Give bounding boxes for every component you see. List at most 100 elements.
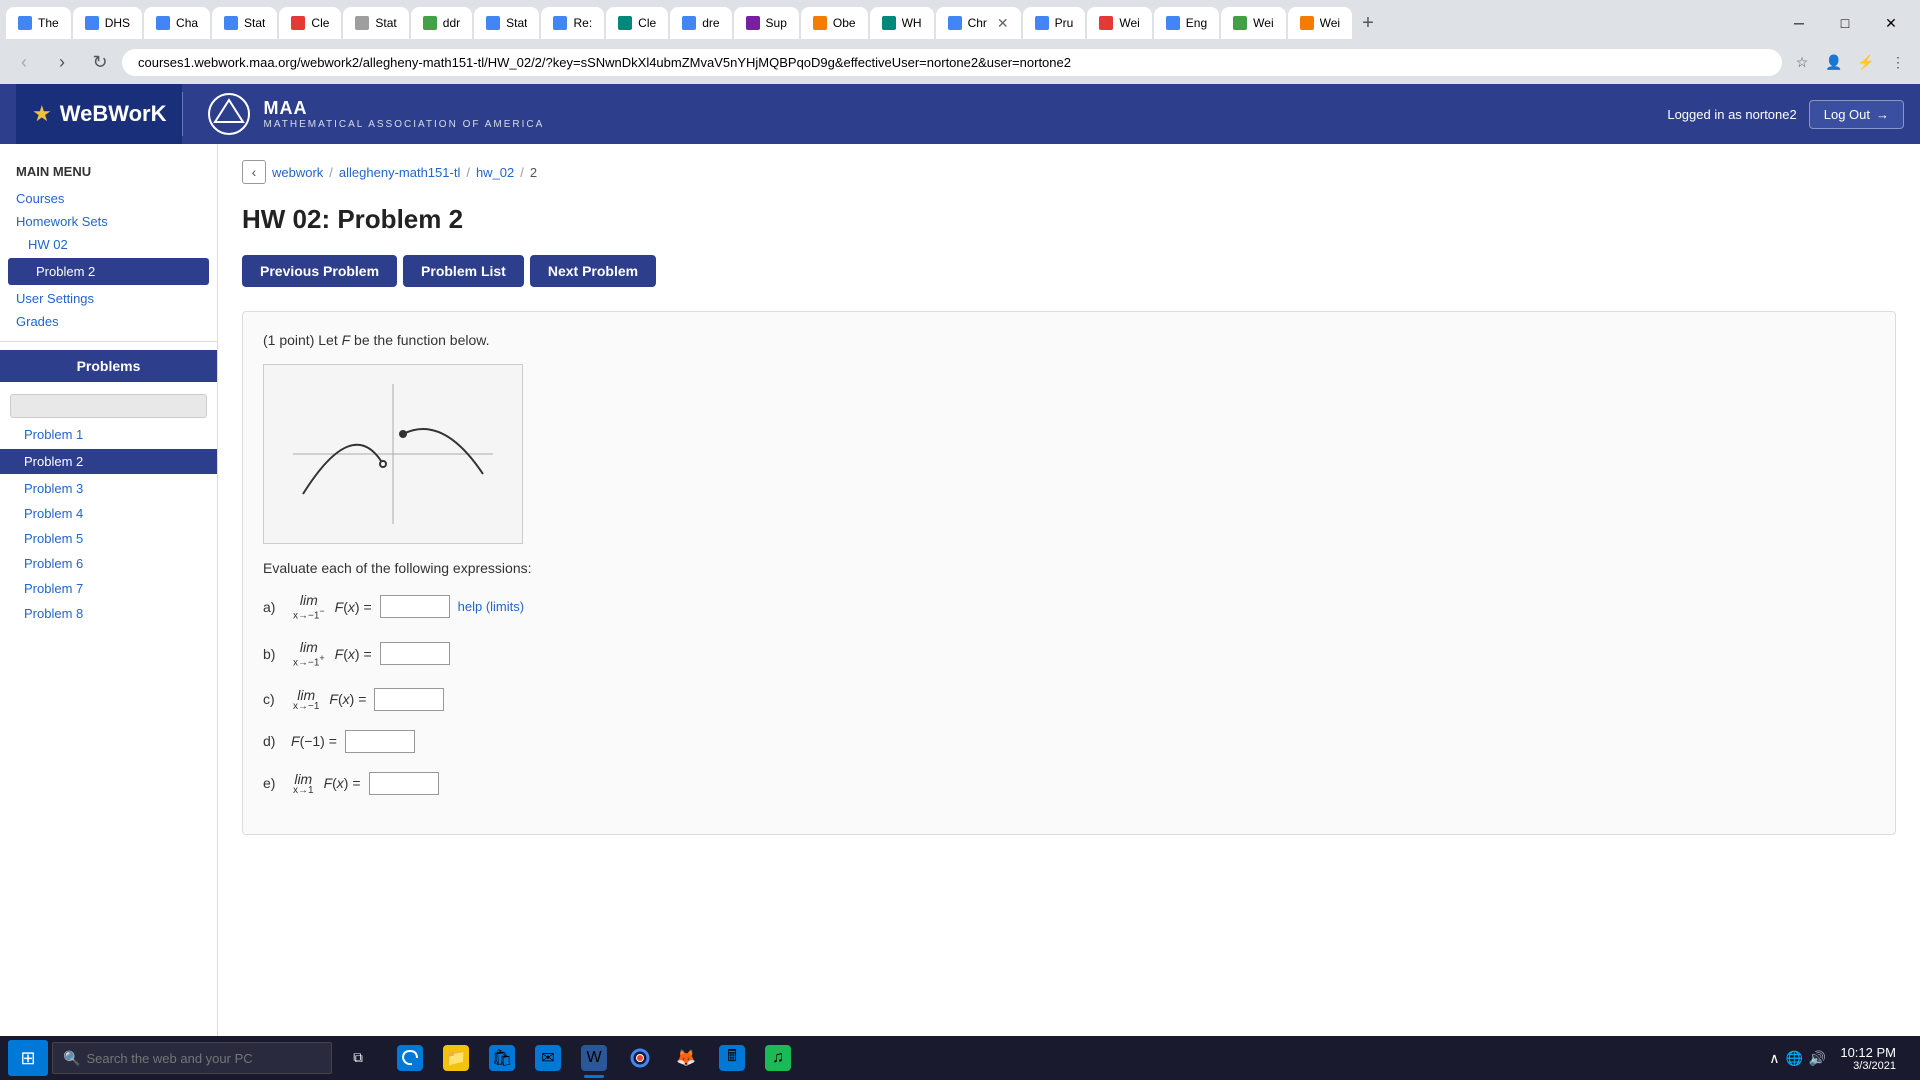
tab-favicon-8 — [486, 16, 500, 30]
tab-13[interactable]: Obe — [801, 7, 868, 39]
network-icon[interactable]: 🌐 — [1783, 1048, 1804, 1069]
part-e-expr: F(x) = — [324, 775, 361, 791]
profile-icon[interactable]: 👤 — [1820, 48, 1848, 76]
lim-sub-a: x→−1− — [293, 607, 325, 621]
task-view-button[interactable]: ⧉ — [336, 1036, 380, 1080]
tab-20[interactable]: Wei — [1288, 7, 1352, 39]
problem-title: HW 02: Problem 2 — [242, 204, 1896, 235]
breadcrumb-hw[interactable]: hw_02 — [476, 165, 514, 180]
breadcrumb-webwork[interactable]: webwork — [272, 165, 323, 180]
taskbar-mail-app[interactable]: ✉ — [526, 1036, 570, 1080]
part-e-label: e) — [263, 775, 283, 791]
chrome-icon — [627, 1045, 653, 1071]
problem-list-button[interactable]: Problem List — [403, 255, 524, 287]
part-c-lim: lim x→−1 — [291, 687, 321, 712]
problem-link-7[interactable]: Problem 7 — [0, 576, 217, 601]
taskbar-search-bar[interactable]: 🔍 — [52, 1042, 332, 1074]
tab-4[interactable]: Stat — [212, 7, 277, 39]
close-window-button[interactable]: ✕ — [1868, 7, 1914, 39]
function-graph-svg — [273, 374, 513, 534]
tab-9[interactable]: Re: — [541, 7, 604, 39]
sidebar-item-courses[interactable]: Courses — [0, 187, 217, 210]
tab-label-12: Sup — [766, 16, 787, 30]
taskbar-spotify-app[interactable]: ♫ — [756, 1036, 800, 1080]
problem-link-8[interactable]: Problem 8 — [0, 601, 217, 626]
taskbar-edge-app[interactable] — [388, 1036, 432, 1080]
tab-1[interactable]: The — [6, 7, 71, 39]
taskbar-word-app[interactable]: W — [572, 1036, 616, 1080]
maximize-button[interactable]: □ — [1822, 7, 1868, 39]
problem-link-1[interactable]: Problem 1 — [0, 422, 217, 447]
tab-favicon-10 — [618, 16, 632, 30]
tab-12[interactable]: Sup — [734, 7, 799, 39]
breadcrumb-back-button[interactable]: ‹ — [242, 160, 266, 184]
sidebar-item-problem2[interactable]: Problem 2 — [8, 258, 209, 285]
previous-problem-button[interactable]: Previous Problem — [242, 255, 397, 287]
taskbar-search-input[interactable] — [86, 1051, 306, 1066]
problem-link-6[interactable]: Problem 6 — [0, 551, 217, 576]
tab-16[interactable]: Pru — [1023, 7, 1086, 39]
address-bar-input[interactable] — [122, 49, 1782, 76]
bookmark-icon[interactable]: ☆ — [1788, 48, 1816, 76]
tab-8[interactable]: Stat — [474, 7, 539, 39]
logout-label: Log Out — [1824, 107, 1870, 122]
part-a-lim: lim x→−1− — [291, 592, 327, 621]
answer-input-a[interactable] — [380, 595, 450, 618]
next-problem-button[interactable]: Next Problem — [530, 255, 656, 287]
tab-5[interactable]: Cle — [279, 7, 341, 39]
sidebar-item-grades[interactable]: Grades — [0, 310, 217, 333]
chevron-up-icon[interactable]: ∧ — [1767, 1048, 1781, 1069]
sidebar-item-homework-sets[interactable]: Homework Sets — [0, 210, 217, 233]
sidebar-item-user-settings[interactable]: User Settings — [0, 287, 217, 310]
tab-10[interactable]: Cle — [606, 7, 668, 39]
taskbar-calc-app[interactable]: 🖩 — [710, 1036, 754, 1080]
answer-input-d[interactable] — [345, 730, 415, 753]
extensions-icon[interactable]: ⚡ — [1852, 48, 1880, 76]
close-icon[interactable]: ✕ — [997, 15, 1009, 32]
back-button[interactable]: ‹ — [8, 46, 40, 78]
answer-input-c[interactable] — [374, 688, 444, 711]
word-icon: W — [581, 1045, 607, 1071]
taskbar-firefox-app[interactable]: 🦊 — [664, 1036, 708, 1080]
tab-15[interactable]: Chr ✕ — [936, 7, 1021, 39]
problem-statement: (1 point) Let F be the function below. — [263, 332, 1875, 348]
tab-favicon-5 — [291, 16, 305, 30]
problem-link-5[interactable]: Problem 5 — [0, 526, 217, 551]
answer-input-e[interactable] — [369, 772, 439, 795]
tab-6[interactable]: Stat — [343, 7, 408, 39]
breadcrumb-course[interactable]: allegheny-math151-tl — [339, 165, 460, 180]
tab-7[interactable]: ddr — [411, 7, 472, 39]
store-icon: 🛍 — [489, 1045, 515, 1071]
help-link-a[interactable]: help (limits) — [458, 599, 524, 614]
problem-link-3[interactable]: Problem 3 — [0, 476, 217, 501]
sidebar-item-hw02[interactable]: HW 02 — [0, 233, 217, 256]
tab-14[interactable]: WH — [870, 7, 934, 39]
taskbar-store-app[interactable]: 🛍 — [480, 1036, 524, 1080]
tab-favicon-20 — [1300, 16, 1314, 30]
start-button[interactable]: ⊞ — [8, 1040, 48, 1076]
forward-button[interactable]: › — [46, 46, 78, 78]
logout-button[interactable]: Log Out → — [1809, 100, 1904, 129]
settings-icon[interactable]: ⋮ — [1884, 48, 1912, 76]
minimize-button[interactable]: ─ — [1776, 7, 1822, 39]
new-tab-button[interactable]: + — [1354, 12, 1382, 35]
taskbar-explorer-app[interactable]: 📁 — [434, 1036, 478, 1080]
tab-2[interactable]: DHS — [73, 7, 142, 39]
tab-17[interactable]: Wei — [1087, 7, 1151, 39]
refresh-button[interactable]: ↻ — [84, 46, 116, 78]
volume-icon[interactable]: 🔊 — [1807, 1048, 1828, 1069]
problem-search-input[interactable] — [10, 394, 207, 418]
clock[interactable]: 10:12 PM 3/3/2021 — [1832, 1043, 1904, 1074]
tab-label-13: Obe — [833, 16, 856, 30]
tab-3[interactable]: Cha — [144, 7, 210, 39]
taskbar-chrome-app[interactable] — [618, 1036, 662, 1080]
tab-11[interactable]: dre — [670, 7, 731, 39]
problem-nav-buttons: Previous Problem Problem List Next Probl… — [242, 255, 1896, 287]
lim-sub-b: x→−1+ — [293, 654, 325, 668]
tab-18[interactable]: Eng — [1154, 7, 1219, 39]
breadcrumb-sep-1: / — [329, 165, 333, 180]
answer-input-b[interactable] — [380, 642, 450, 665]
tab-19[interactable]: Wei — [1221, 7, 1285, 39]
problem-link-4[interactable]: Problem 4 — [0, 501, 217, 526]
problem-link-2[interactable]: Problem 2 — [0, 449, 217, 474]
